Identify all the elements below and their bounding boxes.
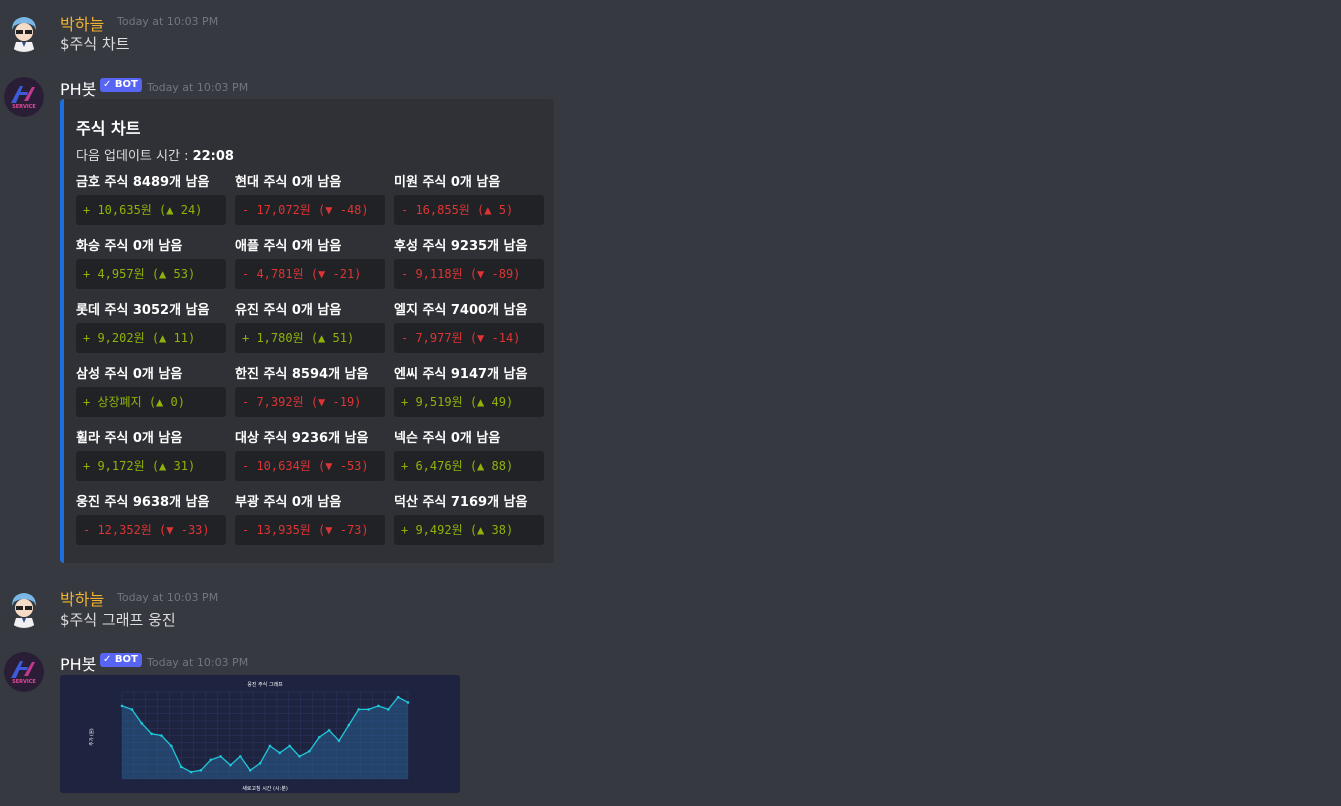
timestamp: Today at 10:03 PM — [147, 656, 249, 669]
update-label: 다음 업데이트 시간 : — [76, 149, 193, 164]
stock-field-value: - 12,352원 (▼ -33) — [76, 515, 226, 545]
author-name[interactable]: PH봇 — [60, 651, 96, 675]
timestamp: Today at 10:03 PM — [117, 591, 219, 604]
chart-point — [140, 722, 144, 725]
author-name[interactable]: 박하늘 — [60, 11, 104, 35]
bot-avatar[interactable]: SERVICE — [4, 652, 44, 692]
stock-field-value: - 16,855원 (▲ 5) — [394, 195, 544, 225]
chart-point — [258, 762, 262, 765]
stock-field-name: 부광 주식 0개 남음 — [235, 495, 342, 510]
stock-field-value: + 10,635원 (▲ 24) — [76, 195, 226, 225]
stock-field-name: 미원 주식 0개 남음 — [394, 175, 501, 190]
message-text: $주식 차트 — [60, 35, 130, 53]
chart-point — [298, 755, 301, 758]
chart-point — [268, 744, 272, 748]
stock-field-name: 롯데 주식 3052개 남음 — [76, 303, 210, 318]
chart-point — [377, 704, 380, 708]
chart-point — [308, 749, 311, 753]
stock-field-name: 휠라 주식 0개 남음 — [76, 431, 183, 446]
chart-point — [396, 695, 400, 699]
chart-xlabel: 새로고침 시간 (시:분) — [242, 785, 288, 792]
chart-point — [179, 765, 183, 769]
chart-point — [278, 751, 282, 755]
chart-point — [337, 739, 341, 743]
chart-point — [130, 708, 134, 711]
stock-field-value: + 9,172원 (▲ 31) — [76, 451, 226, 481]
stock-field-name: 웅진 주식 9638개 남음 — [76, 495, 210, 510]
stock-field-value: + 9,519원 (▲ 49) — [394, 387, 544, 417]
chart-point — [170, 744, 173, 748]
message-1: 박하늘 Today at 10:03 PM $주식 차트 — [0, 0, 1341, 70]
chart-point — [120, 704, 124, 708]
chart-point — [288, 744, 291, 748]
bot-badge: ✓ BOT — [100, 653, 142, 667]
stock-field-name: 대상 주식 9236개 남음 — [235, 431, 369, 446]
chart-point — [317, 735, 321, 739]
author-name[interactable]: PH봇 — [60, 76, 96, 100]
stock-field-value: + 상장폐지 (▲ 0) — [76, 387, 226, 417]
stock-field-name: 삼성 주식 0개 남음 — [76, 367, 183, 382]
stock-field-value: + 9,492원 (▲ 38) — [394, 515, 544, 545]
stock-line-chart: 웅진 주식 그래프 새로고침 시간 (시:분) 주가 (원) — [60, 675, 460, 793]
message-text: $주식 그래프 웅진 — [60, 611, 176, 629]
chart-point — [209, 758, 213, 762]
stock-field-name: 애플 주식 0개 남음 — [235, 239, 342, 254]
chart-point — [229, 763, 232, 767]
stock-field-name: 화승 주식 0개 남음 — [76, 239, 183, 254]
stock-field-name: 덕산 주식 7169개 남음 — [394, 495, 528, 510]
chart-point — [189, 770, 193, 774]
bot-avatar[interactable]: SERVICE — [4, 77, 44, 117]
chart-point — [347, 723, 351, 727]
chart-point — [160, 734, 163, 737]
stock-field-value: + 4,957원 (▲ 53) — [76, 259, 226, 289]
user-avatar[interactable] — [4, 12, 44, 52]
chart-point — [150, 732, 153, 736]
stock-field-value: + 1,780원 (▲ 51) — [235, 323, 385, 353]
stock-field-value: - 4,781원 (▼ -21) — [235, 259, 385, 289]
author-name[interactable]: 박하늘 — [60, 586, 104, 610]
update-time: 22:08 — [192, 149, 234, 164]
chart-point — [327, 728, 331, 732]
stock-field-name: 후성 주식 9235개 남음 — [394, 239, 528, 254]
stock-field-value: + 6,476원 (▲ 88) — [394, 451, 544, 481]
message-3: 박하늘 Today at 10:03 PM $주식 그래프 웅진 — [0, 580, 1341, 640]
chart-point — [239, 755, 242, 758]
stock-field-name: 넥슨 주식 0개 남음 — [394, 431, 501, 446]
stock-field-name: 금호 주식 8489개 남음 — [76, 175, 210, 190]
stock-graph-image[interactable]: 웅진 주식 그래프 새로고침 시간 (시:분) 주가 (원) — [60, 675, 460, 793]
stock-field-value: - 7,392원 (▼ -19) — [235, 387, 385, 417]
chart-point — [406, 701, 410, 704]
embed-title: 주식 차트 — [76, 119, 141, 138]
stock-field-name: 엔씨 주식 9147개 남음 — [394, 367, 528, 382]
stock-embed: 주식 차트 다음 업데이트 시간 : 22:08 금호 주식 8489개 남음 +… — [60, 99, 554, 563]
chart-point — [219, 755, 222, 758]
timestamp: Today at 10:03 PM — [117, 15, 219, 28]
bot-badge: ✓ BOT — [100, 78, 142, 92]
chart-point — [357, 708, 360, 711]
chart-point — [386, 708, 390, 711]
stock-field-value: - 10,634원 (▼ -53) — [235, 451, 385, 481]
stock-field-name: 엘지 주식 7400개 남음 — [394, 303, 528, 318]
stock-field-value: - 13,935원 (▼ -73) — [235, 515, 385, 545]
user-avatar[interactable] — [4, 588, 44, 628]
chart-ylabel: 주가 (원) — [88, 728, 95, 746]
chart-point — [367, 708, 370, 711]
svg-text:SERVICE: SERVICE — [12, 679, 36, 685]
embed-description: 다음 업데이트 시간 : 22:08 — [76, 145, 234, 164]
stock-field-name: 현대 주식 0개 남음 — [235, 175, 342, 190]
stock-field-value: - 17,072원 (▼ -48) — [235, 195, 385, 225]
svg-text:SERVICE: SERVICE — [12, 104, 36, 110]
stock-field-name: 한진 주식 8594개 남음 — [235, 367, 369, 382]
stock-field-name: 유진 주식 0개 남음 — [235, 303, 342, 318]
stock-field-value: - 9,118원 (▼ -89) — [394, 259, 544, 289]
chart-point — [199, 769, 203, 772]
stock-field-value: - 7,977원 (▼ -14) — [394, 323, 544, 353]
chart-point — [248, 769, 252, 772]
chart-title: 웅진 주식 그래프 — [247, 681, 283, 688]
timestamp: Today at 10:03 PM — [147, 81, 249, 94]
stock-field-value: + 9,202원 (▲ 11) — [76, 323, 226, 353]
